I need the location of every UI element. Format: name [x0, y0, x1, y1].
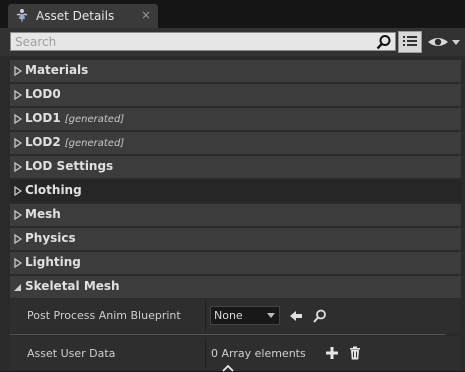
search-row [0, 28, 465, 56]
expand-arrow-icon [14, 186, 22, 196]
category-materials[interactable]: Materials [10, 60, 461, 82]
chevron-down-icon [452, 40, 460, 45]
chevron-down-icon [267, 313, 275, 318]
expand-arrow-icon [14, 138, 22, 148]
category-label: Clothing [25, 183, 82, 197]
close-tab-icon[interactable]: × [141, 8, 151, 22]
combo-value: None [214, 309, 243, 322]
category-clothing[interactable]: Clothing [10, 180, 461, 202]
use-selected-arrow-icon[interactable] [288, 308, 304, 324]
trash-icon[interactable] [347, 345, 363, 361]
expand-arrow-icon [14, 258, 22, 268]
row-divider [10, 334, 446, 335]
category-label: Lighting [25, 255, 81, 269]
category-mesh[interactable]: Mesh [10, 204, 461, 226]
category-label: Skeletal Mesh [25, 279, 120, 293]
property-name: Post Process Anim Blueprint [27, 309, 181, 322]
expand-arrow-icon [14, 90, 22, 100]
anim-blueprint-combo[interactable]: None [210, 306, 280, 325]
tab-asset-details[interactable]: Asset Details × [8, 4, 158, 28]
search-icon[interactable] [376, 34, 392, 50]
category-lod0[interactable]: LOD0 [10, 84, 461, 106]
category-lighting[interactable]: Lighting [10, 252, 461, 274]
expand-arrow-icon [14, 66, 22, 76]
category-label: Physics [25, 231, 76, 245]
expand-arrow-icon [14, 234, 22, 244]
category-label: LOD0 [25, 87, 61, 101]
category-physics[interactable]: Physics [10, 228, 461, 250]
tab-strip: Asset Details × [0, 0, 465, 28]
details-panel: Materials LOD0 LOD1[generated] LOD2[gene… [0, 28, 465, 372]
property-asset-user-data: Asset User Data 0 Array elements [10, 336, 461, 370]
array-count: 0 Array elements [211, 347, 306, 360]
skeletal-mesh-icon [16, 9, 28, 23]
category-label: LOD2 [25, 135, 61, 149]
search-box[interactable] [10, 32, 396, 51]
category-label: Materials [25, 63, 89, 77]
property-post-process-anim-blueprint: Post Process Anim Blueprint None [10, 299, 461, 333]
add-element-icon[interactable] [324, 345, 340, 361]
search-input[interactable] [15, 33, 365, 50]
expand-arrow-icon [14, 210, 22, 220]
column-divider[interactable] [205, 301, 206, 331]
visibility-options-button[interactable] [426, 34, 462, 50]
view-options-list-button[interactable] [398, 31, 422, 53]
category-label: LOD Settings [25, 159, 114, 173]
category-lod1[interactable]: LOD1 [generated] [10, 108, 461, 130]
generated-tag: [generated] [64, 114, 125, 125]
collapse-arrow-icon [14, 284, 21, 291]
generated-tag: [generated] [64, 138, 125, 149]
category-lod2[interactable]: LOD2 [generated] [10, 132, 461, 154]
list-icon [403, 36, 417, 46]
property-name: Asset User Data [27, 347, 116, 360]
browse-search-icon[interactable] [312, 308, 328, 324]
category-skeletal-mesh[interactable]: Skeletal Mesh [10, 276, 461, 298]
eye-icon [428, 38, 448, 46]
expand-arrow-icon [14, 114, 22, 124]
column-divider[interactable] [205, 338, 206, 368]
tab-title: Asset Details [36, 9, 115, 23]
category-label: LOD1 [25, 111, 61, 125]
category-label: Mesh [25, 207, 61, 221]
category-lod-settings[interactable]: LOD Settings [10, 156, 461, 178]
expand-arrow-icon [14, 162, 22, 172]
